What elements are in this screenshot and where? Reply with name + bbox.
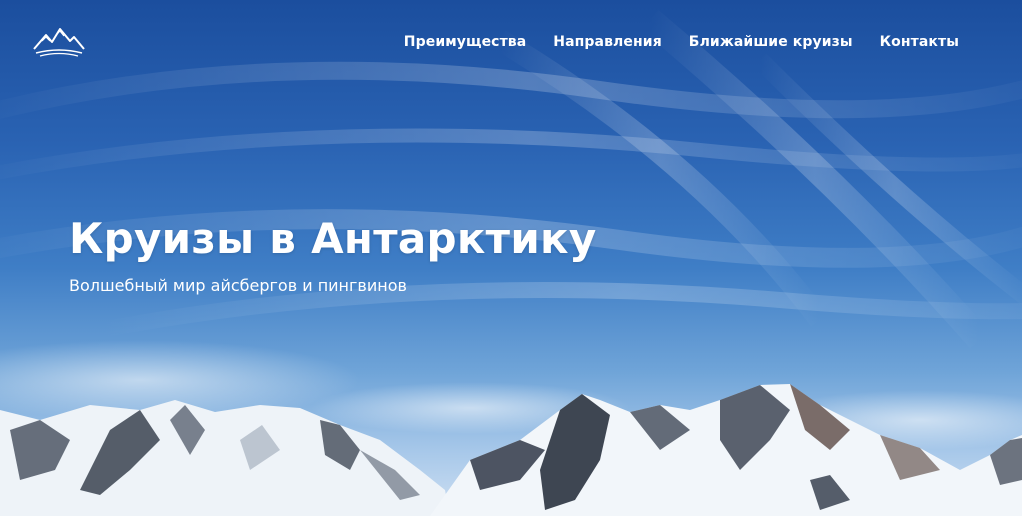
nav-link-destinations[interactable]: Направления <box>553 34 662 50</box>
hero-title: Круизы в Антарктику <box>69 214 597 263</box>
nav-link-contacts[interactable]: Контакты <box>880 34 959 50</box>
nav-link-advantages[interactable]: Преимущества <box>404 34 527 50</box>
main-navigation: Преимущества Направления Ближайшие круиз… <box>404 34 959 50</box>
hero-subtitle: Волшебный мир айсбергов и пингвинов <box>69 276 407 295</box>
hero-section: Преимущества Направления Ближайшие круиз… <box>0 0 1022 516</box>
nav-link-upcoming-cruises[interactable]: Ближайшие круизы <box>689 34 853 50</box>
mountain-logo-icon[interactable] <box>32 27 86 59</box>
